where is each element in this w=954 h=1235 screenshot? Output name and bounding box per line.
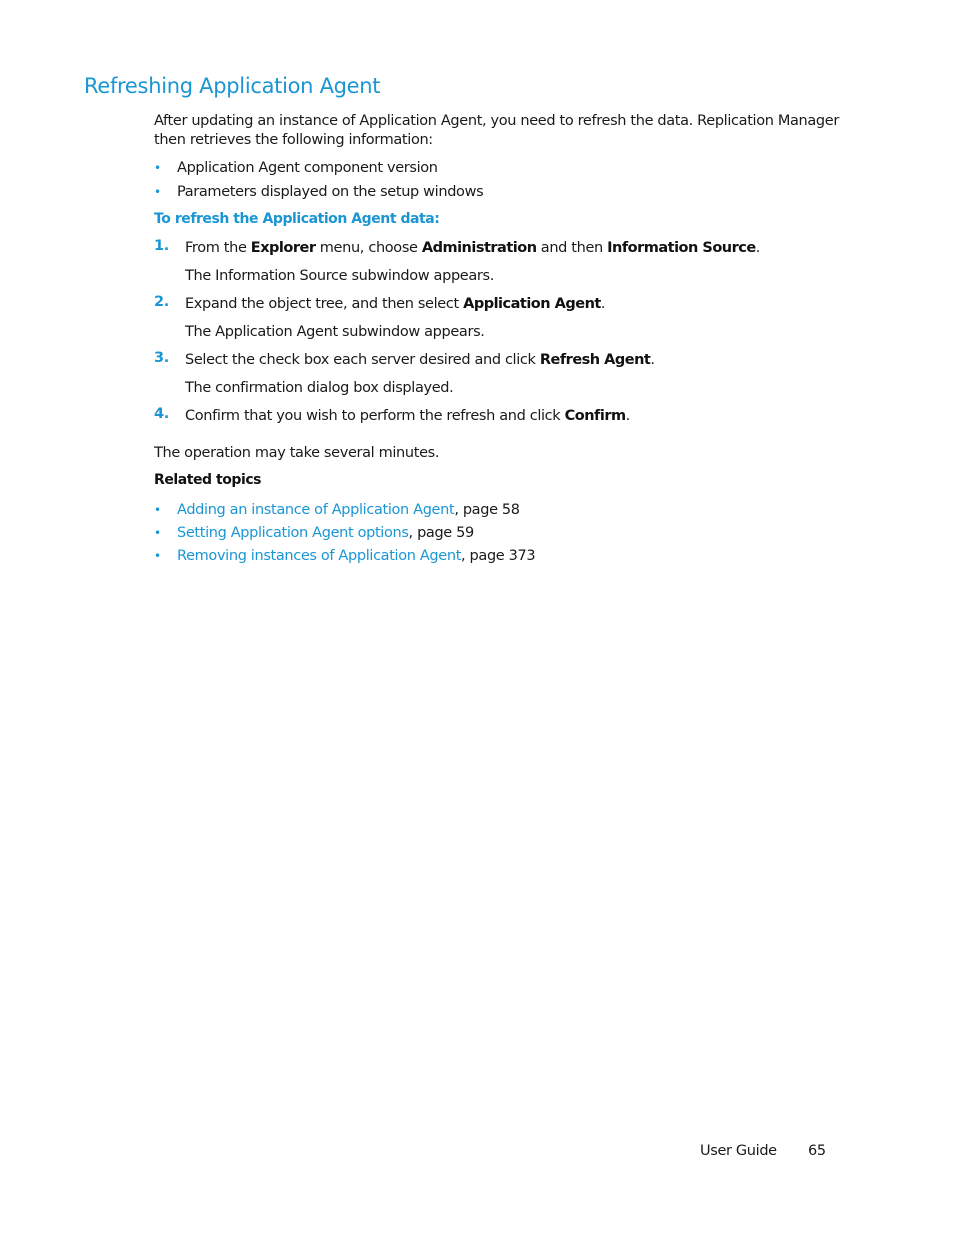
ui-term-information-source: Information Source — [607, 240, 756, 256]
step-result: The confirmation dialog box displayed. — [185, 380, 454, 396]
page-reference: , page 373 — [461, 548, 536, 564]
related-topics-heading: Related topics — [154, 472, 262, 488]
related-topic-item: • Removing instances of Application Agen… — [154, 546, 536, 569]
step-instruction: From the Explorer menu, choose Administr… — [185, 238, 760, 266]
page-reference: , page 59 — [408, 525, 475, 541]
related-topic-link[interactable]: Setting Application Agent options — [177, 525, 409, 541]
text: Confirm that you wish to perform the ref… — [185, 408, 565, 424]
list-item: • Application Agent component version — [154, 158, 483, 182]
step-number: 3. — [154, 350, 169, 366]
page-reference: , page 58 — [454, 502, 520, 518]
related-topic-link[interactable]: Adding an instance of Application Agent — [177, 502, 455, 518]
text: . — [625, 408, 631, 424]
ui-term-administration: Administration — [421, 240, 537, 256]
related-topics-list: • Adding an instance of Application Agen… — [154, 500, 536, 569]
list-item: • Parameters displayed on the setup wind… — [154, 182, 484, 206]
procedure-heading: To refresh the Application Agent data: — [154, 211, 440, 227]
related-topic-item: • Setting Application Agent options, pag… — [154, 523, 535, 546]
intro-paragraph: After updating an instance of Applicatio… — [154, 113, 839, 148]
text: Expand the object tree, and then select — [185, 296, 464, 312]
text: menu, choose — [315, 240, 422, 256]
step-item: 2. Expand the object tree, and then sele… — [154, 294, 760, 350]
footer-label: User Guide — [700, 1143, 777, 1159]
step-number: 1. — [154, 238, 169, 254]
info-list: • Application Agent component version • … — [154, 158, 484, 206]
bullet-icon: • — [154, 526, 161, 540]
bullet-icon: • — [154, 549, 161, 563]
bullet-icon: • — [154, 161, 161, 175]
ui-term-confirm: Confirm — [564, 408, 626, 424]
procedure-steps: 1. From the Explorer menu, choose Admini… — [154, 238, 760, 434]
text: Select the check box each server desired… — [185, 352, 540, 368]
step-item: 3. Select the check box each server desi… — [154, 350, 760, 406]
step-item: 4. Confirm that you wish to perform the … — [154, 406, 760, 434]
text: . — [600, 296, 606, 312]
text: and then — [536, 240, 608, 256]
step-result: The Information Source subwindow appears… — [185, 268, 494, 284]
step-instruction: Select the check box each server desired… — [185, 350, 760, 378]
ui-term-explorer: Explorer — [250, 240, 316, 256]
step-number: 2. — [154, 294, 169, 310]
text: . — [650, 352, 655, 368]
page-title: Refreshing Application Agent — [84, 74, 381, 98]
related-topic-link[interactable]: Removing instances of Application Agent — [177, 548, 461, 564]
step-instruction: Confirm that you wish to perform the ref… — [185, 406, 760, 434]
bullet-icon: • — [154, 503, 161, 517]
operation-note: The operation may take several minutes. — [154, 445, 440, 461]
related-topic-item: • Adding an instance of Application Agen… — [154, 500, 535, 523]
step-instruction: Expand the object tree, and then select … — [185, 294, 760, 322]
ui-term-refresh-agent: Refresh Agent — [539, 352, 651, 368]
text: . — [755, 240, 761, 256]
ui-term-application-agent: Application Agent — [463, 296, 601, 312]
page-number: 65 — [808, 1143, 826, 1159]
list-item-text: Application Agent component version — [177, 160, 438, 176]
page-footer: User Guide 65 — [700, 1143, 826, 1159]
list-item-text: Parameters displayed on the setup window… — [177, 184, 484, 200]
text: From the — [185, 240, 251, 256]
step-number: 4. — [154, 406, 169, 422]
step-result: The Application Agent subwindow appears. — [185, 324, 485, 340]
step-item: 1. From the Explorer menu, choose Admini… — [154, 238, 760, 294]
bullet-icon: • — [154, 185, 161, 199]
